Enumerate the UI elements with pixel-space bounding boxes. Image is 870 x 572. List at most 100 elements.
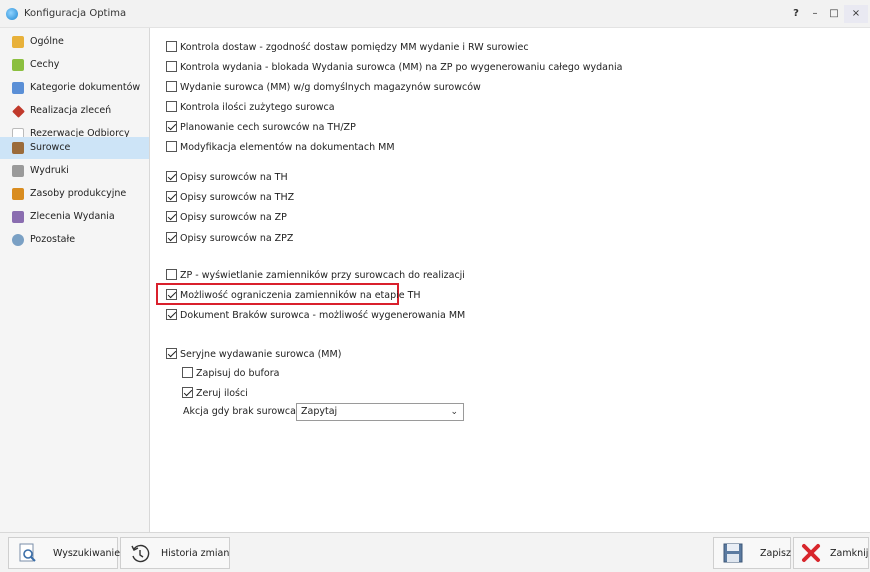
checkbox-label: Dokument Braków surowca - możliwość wyge… (180, 310, 466, 321)
checkbox-label: Kontrola dostaw - zgodność dostaw pomięd… (180, 42, 529, 53)
missing-action-value: Zapytaj (301, 406, 338, 417)
sidebar-item-label: Zlecenia Wydania (30, 211, 115, 222)
checkbox[interactable] (166, 211, 177, 222)
checkbox[interactable] (166, 141, 177, 152)
printer-icon (12, 165, 24, 177)
option-ograniczenie-zamiennikow[interactable]: Możliwość ograniczenia zamienników na et… (166, 289, 421, 303)
release-orders-icon (12, 211, 24, 223)
save-button[interactable]: Zapisz (713, 537, 791, 569)
search-button-label: Wyszukiwanie (53, 548, 121, 559)
sidebar-item-label: Zasoby produkcyjne (30, 188, 127, 199)
history-icon (131, 544, 150, 563)
checkbox[interactable] (166, 348, 177, 359)
missing-action-select[interactable]: Zapytaj ⌄ (296, 403, 464, 421)
tools-icon (12, 105, 25, 118)
option-opisy-zp[interactable]: Opisy surowców na ZP (166, 211, 287, 225)
sidebar-item-surowce[interactable]: Surowce (0, 137, 149, 159)
search-button[interactable]: Wyszukiwanie (8, 537, 121, 569)
checkbox-label: ZP - wyświetlanie zamienników przy surow… (180, 270, 465, 281)
checkbox-label: Opisy surowców na THZ (180, 192, 295, 203)
option-opisy-zpz[interactable]: Opisy surowców na ZPZ (166, 232, 293, 246)
checkbox-label: Wydanie surowca (MM) w/g domyślnych maga… (180, 82, 481, 93)
option-wydanie-surowca-mm[interactable]: Wydanie surowca (MM) w/g domyślnych maga… (166, 81, 481, 95)
sidebar-item-label: Realizacja zleceń (30, 105, 112, 116)
checkbox[interactable] (166, 61, 177, 72)
option-zeruj-ilosci[interactable]: Zeruj ilości (182, 387, 248, 401)
option-zp-zamienniki[interactable]: ZP - wyświetlanie zamienników przy surow… (166, 269, 465, 283)
sidebar-item-zasoby[interactable]: Zasoby produkcyjne (0, 184, 149, 204)
sidebar-item-ogolne[interactable]: Ogólne (0, 32, 149, 52)
sidebar-item-label: Ogólne (30, 36, 64, 47)
checkbox[interactable] (166, 289, 177, 300)
checkbox-label: Modyfikacja elementów na dokumentach MM (180, 142, 395, 153)
maximize-button[interactable]: □ (826, 5, 842, 23)
sidebar: Ogólne Cechy Kategorie dokumentów Realiz… (0, 28, 150, 532)
option-opisy-th[interactable]: Opisy surowców na TH (166, 171, 288, 185)
close-icon (802, 544, 820, 562)
app-icon (6, 8, 18, 20)
sidebar-item-label: Cechy (30, 59, 60, 70)
option-seryjne-wydawanie[interactable]: Seryjne wydawanie surowca (MM) (166, 348, 341, 362)
window-title: Konfiguracja Optima (24, 8, 127, 19)
history-button[interactable]: Historia zmian (120, 537, 230, 569)
checkbox[interactable] (182, 367, 193, 378)
checkbox[interactable] (166, 81, 177, 92)
checkbox[interactable] (166, 101, 177, 112)
sidebar-item-label: Kategorie dokumentów (30, 82, 141, 93)
checkbox-label: Opisy surowców na TH (180, 172, 288, 183)
checkbox[interactable] (166, 232, 177, 243)
checkbox-label: Zeruj ilości (196, 388, 248, 399)
general-icon (12, 36, 24, 48)
close-window-button[interactable]: × (844, 5, 868, 23)
option-opisy-thz[interactable]: Opisy surowców na THZ (166, 191, 294, 205)
sidebar-item-label: Surowce (30, 142, 71, 153)
features-icon (12, 59, 24, 71)
sidebar-item-kategorie[interactable]: Kategorie dokumentów (0, 78, 149, 98)
checkbox-label: Opisy surowców na ZPZ (180, 233, 294, 244)
checkbox-label: Możliwość ograniczenia zamienników na et… (180, 290, 421, 301)
history-button-label: Historia zmian (161, 548, 230, 559)
help-button[interactable]: ? (790, 5, 802, 23)
save-button-label: Zapisz (760, 548, 791, 559)
search-icon (19, 543, 36, 562)
minimize-button[interactable]: – (808, 5, 822, 23)
title-bar: Konfiguracja Optima ? – □ × (0, 0, 870, 28)
document-categories-icon (12, 82, 24, 94)
sidebar-item-wydruki[interactable]: Wydruki (0, 161, 149, 181)
raw-materials-icon (12, 142, 24, 154)
checkbox[interactable] (166, 121, 177, 132)
config-window: Konfiguracja Optima ? – □ × Ogólne Cechy… (0, 0, 870, 572)
option-kontrola-dostaw[interactable]: Kontrola dostaw - zgodność dostaw pomięd… (166, 41, 529, 55)
sidebar-item-label: Wydruki (30, 165, 69, 176)
checkbox[interactable] (166, 171, 177, 182)
checkbox-label: Planowanie cech surowców na TH/ZP (180, 122, 356, 133)
checkbox[interactable] (166, 191, 177, 202)
sidebar-item-zlecenia-wydania[interactable]: Zlecenia Wydania (0, 207, 149, 227)
option-kontrola-wydania[interactable]: Kontrola wydania - blokada Wydania surow… (166, 61, 622, 75)
checkbox[interactable] (182, 387, 193, 398)
checkbox-label: Kontrola ilości zużytego surowca (180, 102, 335, 113)
option-zapisuj-do-bufora[interactable]: Zapisuj do bufora (182, 367, 279, 381)
bottom-toolbar: Wyszukiwanie Historia zmian Zapisz Zamkn… (0, 532, 870, 572)
checkbox[interactable] (166, 309, 177, 320)
resources-icon (12, 188, 24, 200)
sidebar-item-label: Pozostałe (30, 234, 76, 245)
sidebar-item-cechy[interactable]: Cechy (0, 55, 149, 75)
checkbox-label: Seryjne wydawanie surowca (MM) (180, 349, 342, 360)
option-dokument-brakow[interactable]: Dokument Braków surowca - możliwość wyge… (166, 309, 465, 323)
close-button-label: Zamknij (830, 548, 869, 559)
save-icon (723, 543, 743, 563)
checkbox-label: Zapisuj do bufora (196, 368, 280, 379)
checkbox[interactable] (166, 41, 177, 52)
close-button[interactable]: Zamknij (793, 537, 869, 569)
missing-action-label: Akcja gdy brak surowca: (183, 406, 300, 417)
other-icon (12, 234, 24, 246)
checkbox[interactable] (166, 269, 177, 280)
sidebar-item-pozostale[interactable]: Pozostałe (0, 230, 149, 250)
option-kontrola-ilosci[interactable]: Kontrola ilości zużytego surowca (166, 101, 335, 115)
option-modyfikacja-elementow[interactable]: Modyfikacja elementów na dokumentach MM (166, 141, 395, 155)
option-planowanie-cech[interactable]: Planowanie cech surowców na TH/ZP (166, 121, 356, 135)
checkbox-label: Kontrola wydania - blokada Wydania surow… (180, 62, 623, 73)
sidebar-item-realizacja[interactable]: Realizacja zleceń (0, 101, 149, 121)
checkbox-label: Opisy surowców na ZP (180, 212, 287, 223)
